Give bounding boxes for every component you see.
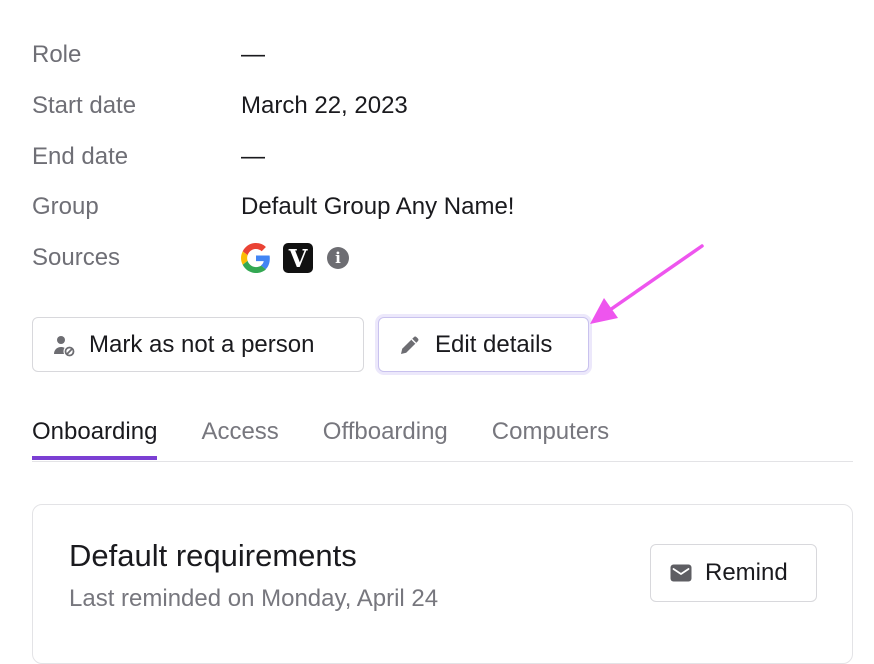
edit-details-button[interactable]: Edit details <box>378 317 589 372</box>
edit-button-label: Edit details <box>435 330 553 358</box>
requirements-card: Default requirements Last reminded on Mo… <box>32 504 853 664</box>
tab-computers[interactable]: Computers <box>492 410 609 460</box>
detail-row-group: Group Default Group Any Name! <box>32 182 852 233</box>
tab-access[interactable]: Access <box>201 410 278 460</box>
detail-row-end-date: End date — <box>32 131 852 182</box>
detail-label: End date <box>32 142 129 170</box>
detail-row-start-date: Start date March 22, 2023 <box>32 81 852 132</box>
detail-label: Start date <box>32 92 137 120</box>
mark-button-label: Mark as not a person <box>89 330 315 358</box>
detail-value: — <box>241 142 265 170</box>
detail-value: March 22, 2023 <box>241 92 408 120</box>
tab-bar: Onboarding Access Offboarding Computers <box>32 410 853 462</box>
detail-label: Sources <box>32 244 121 272</box>
remind-button-label: Remind <box>705 559 788 586</box>
detail-row-role: Role — <box>32 30 852 81</box>
detail-value: — <box>241 41 265 69</box>
pencil-icon <box>397 332 423 358</box>
details-list: Role — Start date March 22, 2023 End dat… <box>32 30 852 283</box>
mail-icon <box>668 560 694 586</box>
detail-label: Group <box>32 193 99 221</box>
card-title: Default requirements <box>69 538 357 573</box>
detail-value: Default Group Any Name! <box>241 193 515 221</box>
sources-list: V i <box>241 243 349 274</box>
detail-label: Role <box>32 41 82 69</box>
mark-as-not-a-person-button[interactable]: Mark as not a person <box>32 317 364 372</box>
v-app-icon[interactable]: V <box>283 243 313 274</box>
tab-onboarding[interactable]: Onboarding <box>32 410 158 460</box>
remind-button[interactable]: Remind <box>650 544 817 602</box>
google-icon[interactable] <box>241 243 271 274</box>
tab-offboarding[interactable]: Offboarding <box>323 410 448 460</box>
detail-row-sources: Sources V i <box>32 233 852 284</box>
info-icon[interactable]: i <box>327 247 349 270</box>
person-off-icon <box>51 332 77 358</box>
card-subtitle: Last reminded on Monday, April 24 <box>69 585 439 612</box>
